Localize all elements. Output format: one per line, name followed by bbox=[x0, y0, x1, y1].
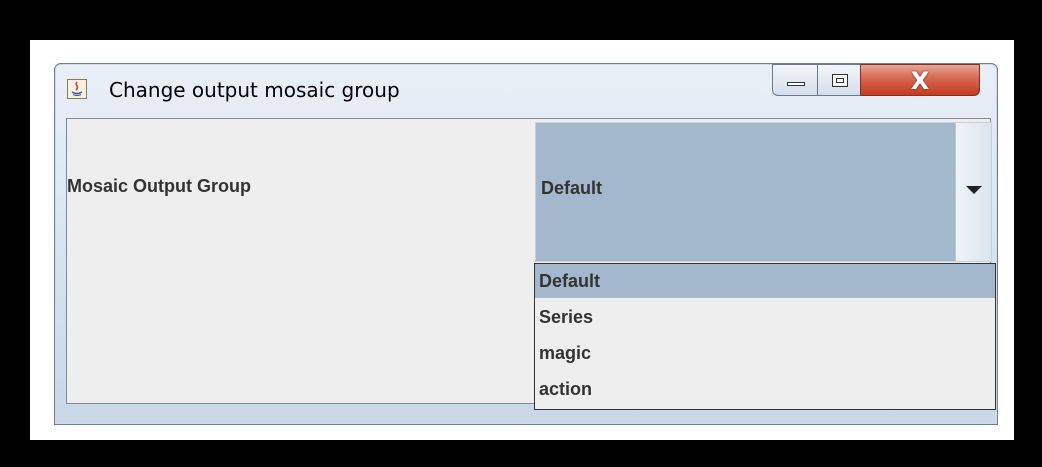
close-icon: X bbox=[910, 67, 930, 95]
dropdown-option-action[interactable]: action bbox=[535, 372, 995, 406]
dropdown-list: Default Series magic action bbox=[534, 263, 996, 410]
maximize-button[interactable] bbox=[817, 64, 861, 96]
dropdown-option-default[interactable]: Default bbox=[535, 264, 995, 298]
minimize-icon bbox=[787, 82, 805, 86]
mosaic-output-group-label: Mosaic Output Group bbox=[67, 176, 251, 196]
dropdown-option-magic[interactable]: magic bbox=[535, 336, 995, 370]
dropdown-option-series[interactable]: Series bbox=[535, 300, 995, 334]
dialog-window: Change output mosaic group X Mosaic Outp… bbox=[54, 63, 998, 425]
combobox-selected-value: Default bbox=[541, 178, 603, 198]
chevron-down-icon bbox=[966, 186, 982, 194]
combobox-arrow-button[interactable] bbox=[955, 123, 991, 261]
title-bar[interactable]: Change output mosaic group X bbox=[55, 64, 997, 116]
maximize-icon bbox=[832, 74, 848, 87]
mosaic-group-combobox[interactable]: Default bbox=[535, 122, 992, 262]
minimize-button[interactable] bbox=[772, 64, 818, 96]
window-title: Change output mosaic group bbox=[109, 78, 400, 102]
close-button[interactable]: X bbox=[860, 64, 980, 96]
java-app-icon bbox=[67, 79, 87, 99]
dialog-content: Mosaic Output Group Default Default Seri… bbox=[66, 118, 996, 410]
